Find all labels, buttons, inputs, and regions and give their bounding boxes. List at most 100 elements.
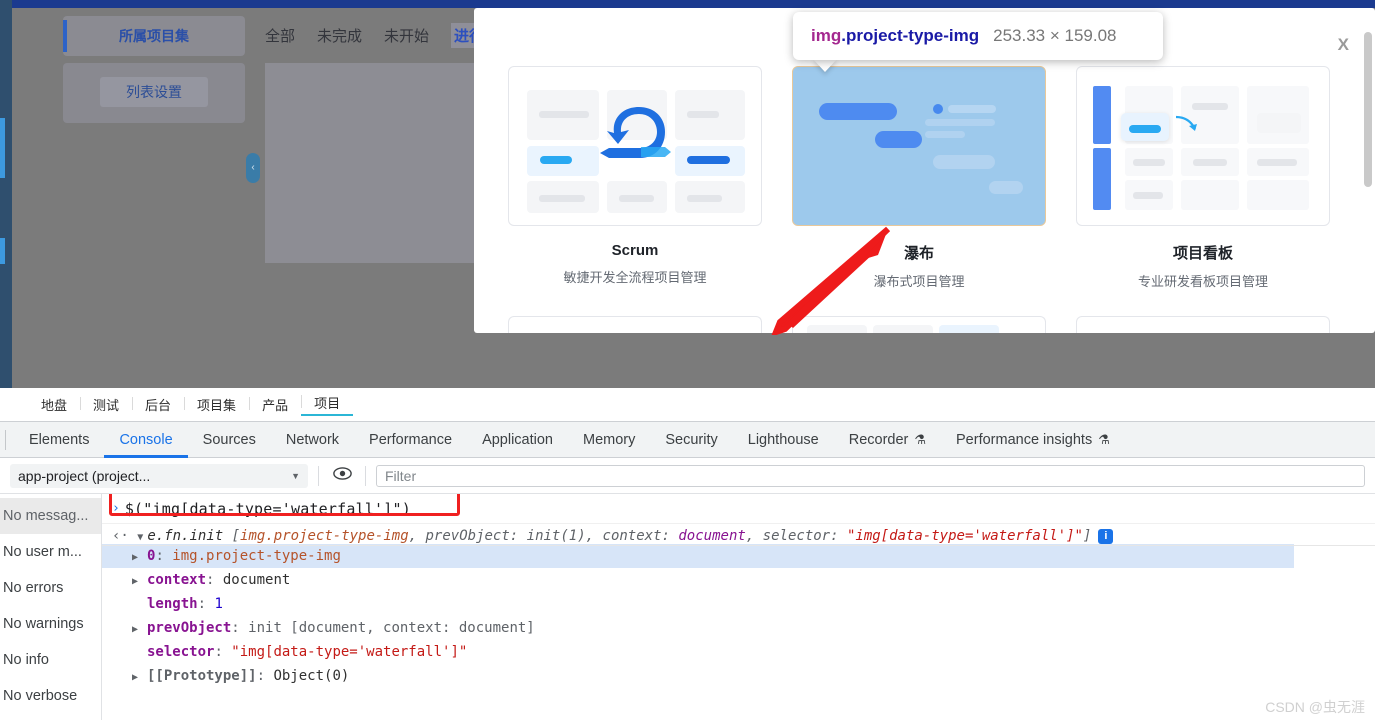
devtools-panel: Elements Console Sources Network Perform… bbox=[0, 421, 1375, 720]
waterfall-thumbnail-icon bbox=[792, 66, 1046, 226]
nav-item-test[interactable]: 测试 bbox=[80, 395, 132, 414]
chevron-left-icon[interactable]: ‹ bbox=[246, 153, 260, 183]
result-prevobject-value: init(1) bbox=[526, 528, 586, 544]
result-property-0[interactable]: ▶ 0: img.project-type-img bbox=[102, 544, 1294, 568]
list-settings-panel[interactable]: 列表设置 bbox=[63, 63, 245, 123]
sidebar-item-no-messages[interactable]: No messag... bbox=[0, 498, 101, 534]
tab-performance-insights[interactable]: Performance insights ⚗ bbox=[941, 422, 1125, 458]
result-element: img.project-type-img bbox=[240, 528, 409, 544]
sidebar-item-no-info[interactable]: No info bbox=[0, 642, 101, 678]
sidebar-item-no-errors[interactable]: No errors bbox=[0, 570, 101, 606]
tooltip-tag-name: img bbox=[811, 26, 842, 45]
chevron-down-icon: ▼ bbox=[291, 470, 300, 481]
nav-item-product[interactable]: 产品 bbox=[249, 395, 301, 414]
property-separator: : bbox=[231, 620, 249, 636]
tooltip-dimensions: 253.33 × 159.08 bbox=[993, 26, 1117, 45]
tab-performance[interactable]: Performance bbox=[354, 422, 467, 458]
property-separator: : bbox=[197, 596, 215, 612]
kanban-thumbnail-icon bbox=[1076, 66, 1330, 226]
property-name: prevObject bbox=[147, 620, 232, 636]
tab-lighthouse[interactable]: Lighthouse bbox=[733, 422, 834, 458]
inspector-tooltip: img.project-type-img 253.33 × 159.08 bbox=[793, 12, 1163, 60]
result-property-context[interactable]: ▶ context: document bbox=[102, 568, 1375, 592]
property-separator: : bbox=[155, 548, 173, 564]
status-filter-group: 全部 未完成 未开始 进行中 bbox=[265, 22, 503, 48]
watermark: CSDN @虫无涯 bbox=[1265, 699, 1365, 715]
inspector-tooltip-arrow bbox=[812, 58, 838, 72]
result-selector-value: "img[data-type='waterfall']" bbox=[846, 528, 1083, 544]
project-set-panel[interactable]: 所属项目集 bbox=[63, 16, 245, 56]
property-value[interactable]: document bbox=[223, 572, 290, 588]
property-value[interactable]: init [document, context: document] bbox=[248, 620, 535, 636]
card-subtitle: 敏捷开发全流程项目管理 bbox=[563, 270, 707, 285]
console-output: › $("img[data-type='waterfall']") ‹· ▼ e… bbox=[102, 494, 1375, 720]
tab-application[interactable]: Application bbox=[467, 422, 568, 458]
property-value: "img[data-type='waterfall']" bbox=[231, 644, 468, 660]
site-nav-rail bbox=[0, 388, 12, 421]
console-command-row[interactable]: › $("img[data-type='waterfall']") bbox=[102, 494, 1375, 524]
result-context-value: document bbox=[678, 528, 746, 544]
template-card-kanban[interactable]: 项目看板 专业研发看板项目管理 bbox=[1076, 66, 1330, 290]
nav-item-project[interactable]: 项目 bbox=[301, 393, 354, 416]
eye-icon[interactable] bbox=[329, 466, 355, 485]
tab-security[interactable]: Security bbox=[650, 422, 732, 458]
property-name: [[Prototype]] bbox=[147, 668, 257, 684]
filter-not-started[interactable]: 未开始 bbox=[384, 25, 429, 46]
result-marker: ‹· ▼ bbox=[112, 528, 144, 544]
nav-item-backend[interactable]: 后台 bbox=[132, 395, 184, 414]
result-selector-key: , selector: bbox=[745, 528, 847, 544]
console-sidebar: No messag... No user m... No errors No w… bbox=[0, 494, 102, 720]
expand-triangle-icon[interactable]: ▶ bbox=[132, 618, 141, 642]
filter-incomplete[interactable]: 未完成 bbox=[317, 25, 362, 46]
list-settings-button[interactable]: 列表设置 bbox=[100, 77, 208, 107]
result-property-selector: selector: "img[data-type='waterfall']" bbox=[102, 640, 1375, 664]
expand-triangle-icon[interactable]: ▶ bbox=[132, 570, 141, 594]
template-card-scrum[interactable]: Scrum 敏捷开发全流程项目管理 bbox=[508, 66, 762, 286]
result-summary: e.fn.init [img.project-type-img, prevObj… bbox=[147, 528, 1114, 544]
tab-network[interactable]: Network bbox=[271, 422, 354, 458]
project-set-label: 所属项目集 bbox=[119, 28, 189, 44]
result-bracket-close: ] bbox=[1082, 528, 1092, 544]
card-title: 项目看板 bbox=[1172, 245, 1233, 262]
flask-icon: ⚗ bbox=[914, 431, 927, 447]
template-card-row2-a[interactable] bbox=[508, 316, 762, 333]
template-card-row2-c[interactable] bbox=[1076, 316, 1330, 333]
property-separator: : bbox=[214, 644, 232, 660]
tab-sources[interactable]: Sources bbox=[188, 422, 271, 458]
toolbar-divider bbox=[318, 465, 319, 486]
property-separator: : bbox=[206, 572, 223, 588]
card-title: Scrum bbox=[611, 242, 659, 259]
result-constructor: e.fn.init bbox=[147, 528, 224, 544]
site-nav: 地盘 测试 后台 项目集 产品 项目 bbox=[12, 388, 1375, 421]
result-toggle-icon: ▼ bbox=[137, 532, 144, 543]
tab-elements[interactable]: Elements bbox=[14, 422, 104, 458]
tab-console[interactable]: Console bbox=[104, 422, 187, 458]
result-property-prototype[interactable]: ▶ [[Prototype]]: Object(0) bbox=[102, 664, 1375, 688]
filter-input[interactable]: Filter bbox=[376, 464, 1365, 487]
console-result-row: ‹· ▼ e.fn.init [img.project-type-img, pr… bbox=[102, 524, 1375, 546]
expand-triangle-icon[interactable]: ▶ bbox=[132, 546, 141, 570]
sidebar-item-no-warnings[interactable]: No warnings bbox=[0, 606, 101, 642]
card-subtitle: 专业研发看板项目管理 bbox=[1137, 274, 1268, 289]
info-icon[interactable]: i bbox=[1098, 529, 1114, 544]
result-prevobject-key: , prevObject: bbox=[408, 528, 527, 544]
app-left-rail bbox=[0, 0, 12, 388]
property-name: selector bbox=[147, 644, 215, 660]
property-name: length bbox=[147, 596, 198, 612]
result-property-prevobject[interactable]: ▶ prevObject: init [document, context: do… bbox=[102, 616, 1375, 640]
tab-memory[interactable]: Memory bbox=[568, 422, 650, 458]
app-top-bar bbox=[12, 0, 1375, 8]
tab-recorder[interactable]: Recorder ⚗ bbox=[834, 422, 941, 458]
sidebar-item-no-user-messages[interactable]: No user m... bbox=[0, 534, 101, 570]
expand-triangle-icon[interactable]: ▶ bbox=[132, 666, 141, 690]
nav-item-project-set[interactable]: 项目集 bbox=[184, 395, 249, 414]
property-name: context bbox=[147, 572, 207, 588]
result-context-key: , context: bbox=[585, 528, 679, 544]
property-value[interactable]: img.project-type-img bbox=[172, 548, 341, 564]
execution-context-select[interactable]: app-project (project... ▼ bbox=[10, 463, 308, 488]
sidebar-item-no-verbose[interactable]: No verbose bbox=[0, 678, 101, 714]
browser-page-region: 所属项目集 列表设置 全部 未完成 未开始 进行中 ‹ X bbox=[0, 0, 1375, 388]
property-value[interactable]: Object(0) bbox=[273, 668, 349, 684]
filter-all[interactable]: 全部 bbox=[265, 25, 295, 46]
nav-item-didan[interactable]: 地盘 bbox=[28, 395, 80, 414]
